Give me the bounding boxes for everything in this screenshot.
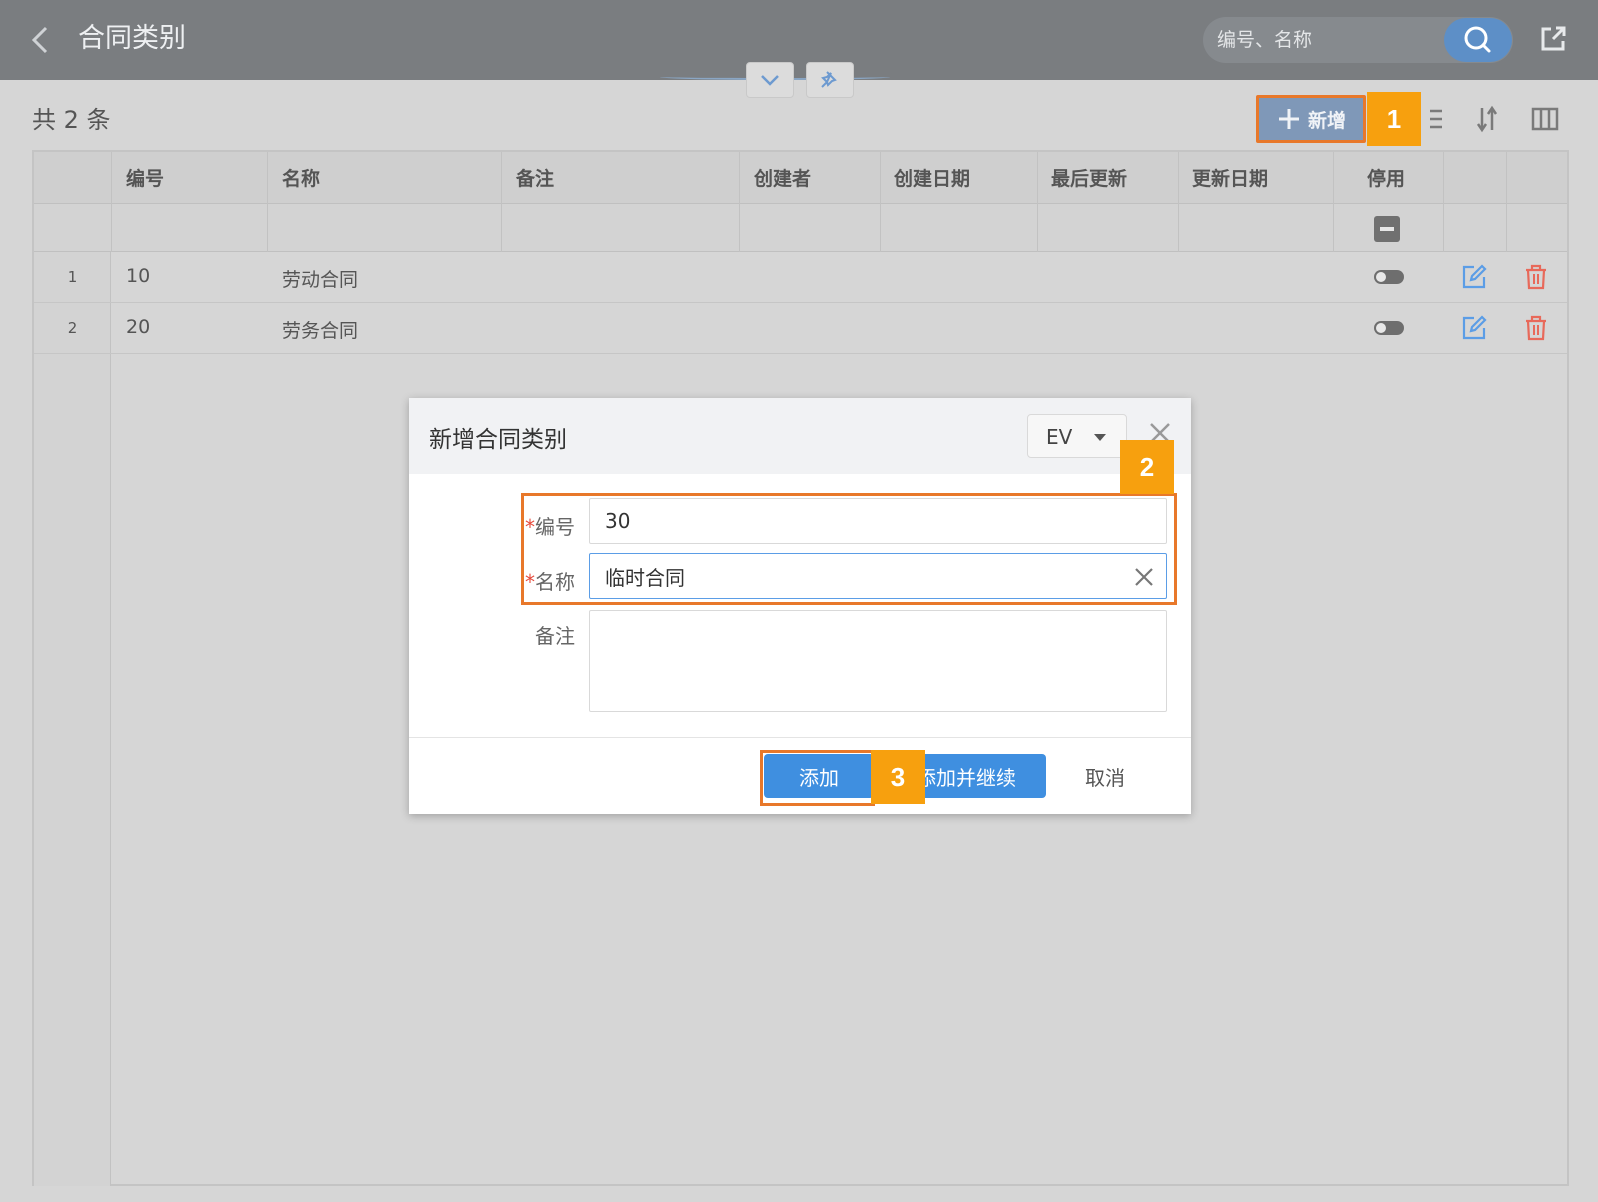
search-input[interactable] — [1217, 17, 1437, 63]
pin-button[interactable] — [806, 62, 854, 98]
column-divider — [1037, 152, 1038, 252]
name-field[interactable] — [589, 553, 1167, 599]
step-badge-3: 3 — [871, 750, 925, 804]
delete-icon[interactable] — [1522, 314, 1550, 342]
remarks-field[interactable] — [589, 610, 1167, 712]
language-select[interactable]: EV — [1027, 414, 1127, 458]
caret-down-icon — [1094, 434, 1106, 441]
column-header-remarks[interactable]: 备注 — [516, 164, 554, 191]
dialog-footer-divider — [409, 737, 1191, 738]
column-header-code[interactable]: 编号 — [126, 164, 164, 191]
column-header-name[interactable]: 名称 — [282, 164, 320, 191]
dialog-title: 新增合同类别 — [429, 427, 567, 453]
column-header-updated-date[interactable]: 更新日期 — [1192, 164, 1268, 191]
search-button[interactable] — [1444, 18, 1512, 62]
record-count: 共 2 条 — [32, 106, 111, 134]
disable-toggle[interactable] — [1374, 270, 1404, 284]
clear-input-icon[interactable] — [1133, 566, 1155, 588]
code-field[interactable] — [589, 498, 1167, 544]
name-label: *名称 — [525, 570, 575, 594]
add-contract-type-dialog: 新增合同类别 EV *编号 *名称 备注 添加 添加并继续 取消 — [409, 398, 1191, 814]
column-header-created-date[interactable]: 创建日期 — [894, 164, 970, 191]
remarks-label: 备注 — [535, 624, 575, 648]
page-title: 合同类别 — [78, 23, 186, 54]
step-badge-1: 1 — [1367, 92, 1421, 146]
code-label: *编号 — [525, 515, 575, 539]
language-value: EV — [1046, 425, 1073, 449]
plus-icon — [1278, 109, 1299, 129]
column-header-last-updated-by[interactable]: 最后更新 — [1051, 164, 1127, 191]
cell-name: 劳动合同 — [282, 269, 359, 291]
search-icon — [1464, 26, 1491, 53]
column-divider — [501, 152, 502, 252]
search-bar — [1203, 17, 1513, 63]
edit-icon[interactable] — [1460, 263, 1488, 291]
export-icon[interactable] — [1537, 23, 1569, 55]
column-divider — [880, 152, 881, 252]
collapse-button[interactable] — [746, 62, 794, 98]
disable-toggle[interactable] — [1374, 321, 1404, 335]
disabled-filter-checkbox[interactable] — [1374, 216, 1400, 242]
top-header: 合同类别 — [0, 0, 1598, 80]
edit-icon[interactable] — [1460, 314, 1488, 342]
cell-code: 10 — [126, 265, 151, 287]
sort-icon[interactable] — [1472, 104, 1502, 134]
row-number: 1 — [67, 268, 78, 286]
column-divider — [1443, 152, 1444, 252]
add-new-label: 新增 — [1307, 109, 1346, 132]
table-row[interactable]: 2 20 劳务合同 — [34, 303, 1567, 354]
columns-icon[interactable] — [1530, 104, 1560, 134]
column-divider — [1178, 152, 1179, 252]
filter-row — [34, 204, 1567, 252]
back-arrow-icon[interactable] — [28, 22, 54, 58]
cell-code: 20 — [126, 316, 151, 338]
column-divider — [267, 152, 268, 252]
step-badge-2: 2 — [1120, 440, 1174, 494]
column-divider — [739, 152, 740, 252]
cell-name: 劳务合同 — [282, 320, 359, 342]
add-new-button[interactable]: 新增 — [1256, 95, 1366, 143]
column-divider — [1333, 152, 1334, 252]
delete-icon[interactable] — [1522, 263, 1550, 291]
row-number: 2 — [67, 319, 78, 337]
row-number-column — [34, 252, 111, 1186]
column-header-creator[interactable]: 创建者 — [754, 164, 811, 191]
dialog-header: 新增合同类别 EV — [409, 398, 1191, 474]
table-header: 编号 名称 备注 创建者 创建日期 最后更新 更新日期 停用 — [34, 152, 1567, 204]
add-button[interactable]: 添加 — [764, 754, 874, 798]
chevron-down-icon — [761, 75, 779, 86]
table-row[interactable]: 1 10 劳动合同 — [34, 252, 1567, 303]
filter-list-icon[interactable] — [1420, 104, 1450, 134]
column-divider — [111, 152, 112, 252]
column-header-disabled[interactable]: 停用 — [1367, 164, 1405, 191]
cancel-button[interactable]: 取消 — [1069, 754, 1141, 798]
column-divider — [1506, 152, 1507, 252]
pin-icon — [821, 71, 837, 88]
